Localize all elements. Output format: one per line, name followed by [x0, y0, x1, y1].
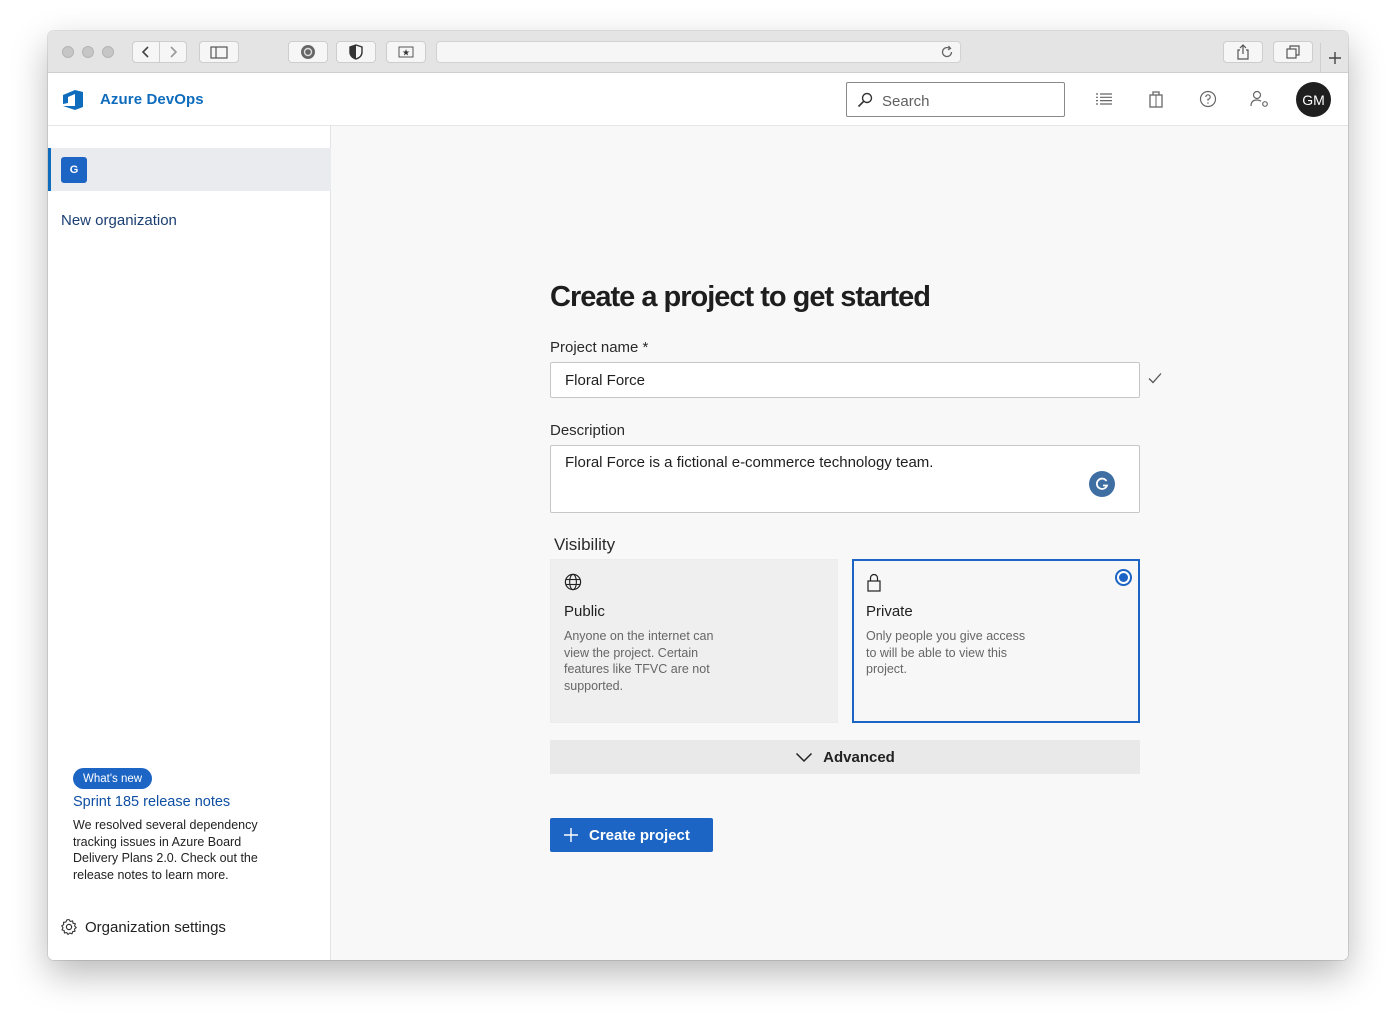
star-icon: ★	[398, 46, 414, 58]
shopping-bag-icon	[1149, 91, 1163, 108]
work-items-button[interactable]	[1093, 88, 1115, 110]
sidebar-toggle-button[interactable]	[199, 41, 239, 63]
share-icon	[1237, 44, 1249, 60]
share-button[interactable]	[1223, 41, 1263, 63]
grammarly-icon[interactable]	[1089, 471, 1115, 497]
help-button[interactable]	[1197, 88, 1219, 110]
list-icon	[1096, 93, 1112, 105]
main-content: Create a project to get started Project …	[331, 126, 1348, 960]
sidebar: G New organization What's new Sprint 185…	[48, 126, 331, 960]
reload-icon[interactable]	[940, 45, 954, 59]
private-option-description: Only people you give access to will be a…	[866, 629, 1026, 676]
back-button[interactable]	[132, 41, 160, 63]
release-notes-link[interactable]: Sprint 185 release notes	[73, 794, 230, 810]
private-option-title: Private	[866, 603, 913, 620]
search-input[interactable]: Search	[846, 82, 1065, 117]
project-name-input[interactable]: Floral Force	[550, 362, 1140, 398]
organization-settings-label: Organization settings	[85, 918, 226, 936]
organization-badge: G	[61, 157, 87, 183]
shield-icon	[349, 44, 363, 60]
tabs-icon	[1286, 45, 1300, 59]
marketplace-button[interactable]	[1145, 88, 1167, 110]
lock-icon	[867, 573, 881, 592]
azure-devops-logo-icon[interactable]	[61, 89, 87, 111]
browser-toolbar: ★	[48, 31, 1348, 73]
chevron-right-icon	[170, 46, 178, 58]
public-option-title: Public	[564, 603, 605, 620]
avatar[interactable]: GM	[1296, 82, 1331, 117]
project-name-label: Project name *	[550, 339, 649, 356]
public-option-description: Anyone on the internet can view the proj…	[564, 629, 714, 693]
checkmark-icon	[1148, 373, 1162, 384]
minimize-window-button[interactable]	[82, 46, 94, 58]
tabs-overview-button[interactable]	[1273, 41, 1313, 63]
help-circle-icon	[1199, 90, 1217, 108]
description-textarea[interactable]: Floral Force is a fictional e-commerce t…	[550, 445, 1140, 513]
close-window-button[interactable]	[62, 46, 74, 58]
extension-circle-icon	[301, 45, 315, 59]
bookmark-extension-button[interactable]: ★	[386, 41, 426, 63]
gear-icon	[61, 918, 77, 936]
plus-icon	[564, 828, 578, 842]
sidebar-icon	[210, 45, 228, 59]
address-bar[interactable]	[436, 41, 961, 63]
create-project-button[interactable]: Create project	[550, 818, 713, 852]
visibility-label: Visibility	[554, 535, 616, 554]
chevron-left-icon	[141, 46, 149, 58]
sidebar-item-organization[interactable]: G	[48, 148, 331, 191]
visibility-option-public[interactable]: Public Anyone on the internet can view t…	[550, 559, 838, 723]
search-icon	[857, 92, 873, 108]
extension-button[interactable]	[288, 41, 328, 63]
project-name-value: Floral Force	[565, 372, 646, 389]
user-settings-button[interactable]	[1249, 88, 1271, 110]
forward-button[interactable]	[159, 41, 187, 63]
new-tab-button[interactable]	[1320, 43, 1348, 73]
brand-name[interactable]: Azure DevOps	[100, 91, 204, 108]
search-placeholder: Search	[882, 93, 930, 110]
browser-window: ★ Azure DevOps Search GM G New organizat…	[48, 31, 1348, 960]
release-notes-description: We resolved several dependency tracking …	[73, 818, 258, 882]
create-project-label: Create project	[589, 826, 690, 844]
new-organization-link[interactable]: New organization	[61, 212, 177, 229]
chevron-down-icon	[796, 752, 813, 762]
shield-extension-button[interactable]	[336, 41, 376, 63]
user-settings-icon	[1250, 90, 1268, 107]
svg-text:★: ★	[402, 49, 410, 59]
globe-icon	[564, 573, 582, 591]
private-radio-selected[interactable]	[1115, 569, 1132, 586]
advanced-label: Advanced	[823, 748, 895, 766]
app-header: Azure DevOps Search GM	[48, 73, 1348, 126]
zoom-window-button[interactable]	[102, 46, 114, 58]
description-label: Description	[550, 422, 626, 439]
visibility-option-private[interactable]: Private Only people you give access to w…	[852, 559, 1140, 723]
page-title: Create a project to get started	[550, 281, 931, 313]
description-value: Floral Force is a fictional e-commerce t…	[565, 454, 934, 471]
plus-icon	[1328, 52, 1341, 64]
advanced-toggle[interactable]: Advanced	[550, 740, 1140, 774]
organization-settings-link[interactable]: Organization settings	[60, 918, 226, 936]
whats-new-badge: What's new	[73, 768, 153, 789]
